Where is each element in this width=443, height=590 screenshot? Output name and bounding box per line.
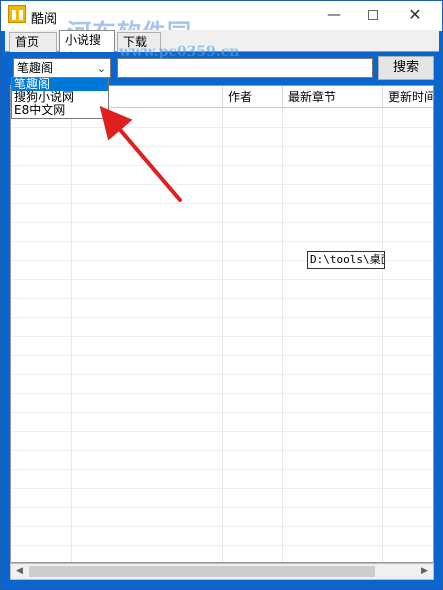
- grid-line: [11, 374, 433, 375]
- grid-line: [11, 298, 433, 299]
- search-button[interactable]: 搜索: [378, 56, 434, 80]
- column-header-latest-chapter[interactable]: 最新章节: [282, 86, 382, 108]
- grid-line: [11, 355, 433, 356]
- grid-line: [11, 279, 433, 280]
- maximize-icon: [368, 10, 378, 20]
- chevron-down-icon[interactable]: ⌄: [97, 60, 106, 78]
- tab-home[interactable]: 首页: [9, 32, 57, 52]
- source-select-value: 笔趣阁: [17, 61, 54, 75]
- source-select[interactable]: 笔趣阁 ⌄: [13, 58, 111, 78]
- grid-line: [11, 507, 433, 508]
- grid-line: [11, 241, 433, 242]
- grid-line: [11, 317, 433, 318]
- grid-line: [11, 184, 433, 185]
- grid-line: [11, 469, 433, 470]
- results-grid[interactable]: 作者 最新章节 更新时间 D:\tools\桌面: [10, 85, 434, 563]
- grid-line: [11, 431, 433, 432]
- minimize-button[interactable]: —: [314, 1, 354, 29]
- window-title: 酷阅: [31, 12, 58, 27]
- horizontal-scrollbar[interactable]: ◀ ▶: [10, 563, 434, 580]
- grid-line: [11, 165, 433, 166]
- tab-novel-search[interactable]: 小说搜索: [59, 30, 115, 65]
- source-dropdown-list[interactable]: 笔趣阁 搜狗小说网 E8中文网: [11, 77, 109, 119]
- dropdown-option-e8[interactable]: E8中文网: [12, 104, 108, 117]
- grid-line: [11, 336, 433, 337]
- column-header-author[interactable]: 作者: [222, 86, 282, 108]
- grid-line: [11, 203, 433, 204]
- close-button[interactable]: ✕: [395, 1, 435, 29]
- grid-line: [11, 450, 433, 451]
- grid-line: [11, 127, 433, 128]
- grid-line: [11, 488, 433, 489]
- grid-line: [11, 222, 433, 223]
- scrollbar-thumb[interactable]: [29, 566, 375, 577]
- app-window: 酷阅 河东软件园 — ✕ 首页 小说搜索 下载 笔趣阁 ⌄ 搜索 www.pc0…: [0, 0, 443, 590]
- grid-line: [11, 393, 433, 394]
- watermark-url: www.pc0359.cn: [119, 44, 240, 60]
- column-header-update-time[interactable]: 更新时间: [382, 86, 433, 108]
- app-icon: [8, 5, 26, 23]
- grid-line: [11, 412, 433, 413]
- grid-line: [11, 526, 433, 527]
- title-bar: 酷阅 河东软件园 — ✕: [1, 1, 442, 47]
- keyword-input[interactable]: [117, 58, 373, 78]
- scroll-right-icon[interactable]: ▶: [416, 564, 433, 579]
- path-cell-tooltip: D:\tools\桌面: [307, 251, 385, 269]
- scroll-left-icon[interactable]: ◀: [11, 564, 28, 579]
- maximize-button[interactable]: [353, 1, 393, 29]
- grid-line: [11, 545, 433, 546]
- grid-line: [11, 146, 433, 147]
